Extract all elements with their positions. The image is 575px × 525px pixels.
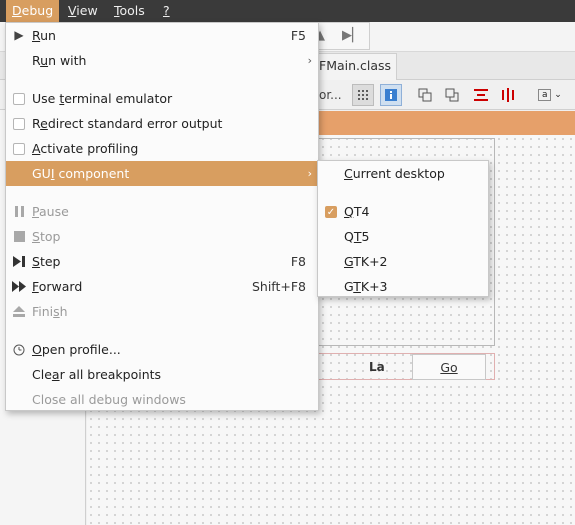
forward-icon: [12, 274, 26, 299]
info-icon[interactable]: [380, 84, 402, 106]
form-title-band: [318, 111, 575, 135]
chevron-right-icon: ›: [307, 167, 312, 180]
submenu-item-gtk3[interactable]: GTK+3: [318, 274, 488, 299]
submenu-gtk2-label: GTK+2: [344, 254, 388, 269]
bring-to-front-glyph: [445, 88, 459, 102]
submenu-item-current-desktop[interactable]: Current desktop: [318, 161, 488, 186]
menu-item-run-with-label: Run with: [32, 53, 87, 68]
step-icon[interactable]: ▶▏: [342, 28, 362, 43]
form-label-control[interactable]: La: [369, 360, 385, 374]
checkbox-icon: [12, 86, 26, 111]
clock-icon: [12, 337, 26, 362]
menu-item-close-debug-windows[interactable]: Close all debug windows: [6, 387, 318, 412]
checkbox-icon: [12, 111, 26, 136]
menu-item-run[interactable]: ▶ Run F5: [6, 23, 318, 48]
menu-tools-label: ools: [119, 3, 145, 18]
menu-item-clear-breakpoints[interactable]: Clear all breakpoints: [6, 362, 318, 387]
textbox-glyph: a: [538, 89, 552, 101]
distribute-icon[interactable]: [497, 84, 519, 106]
stop-icon: [12, 224, 26, 249]
align-center-glyph: [474, 89, 488, 101]
menu-item-step[interactable]: Step F8: [6, 249, 318, 274]
send-to-back-icon[interactable]: [414, 84, 436, 106]
menu-item-pause-label: Pause: [32, 204, 69, 219]
go-button[interactable]: Go: [412, 354, 486, 380]
chevron-down-icon: ⌄: [554, 90, 562, 100]
menu-item-terminal-emulator[interactable]: Use terminal emulator: [6, 86, 318, 111]
menu-item-stop[interactable]: Stop: [6, 224, 318, 249]
submenu-qt4-label: QT4: [344, 204, 370, 219]
menu-debug[interactable]: Debug: [6, 0, 60, 22]
grid-icon[interactable]: [352, 84, 374, 106]
menu-item-gui-label: GUI component: [32, 166, 130, 181]
menubar: Debug View Tools ?: [0, 0, 575, 22]
menu-item-finish-label: Finish: [32, 304, 68, 319]
step-shortcut: F8: [290, 254, 306, 269]
checkbox-icon: [12, 136, 26, 161]
menu-item-open-profile[interactable]: Open profile...: [6, 337, 318, 362]
menu-help[interactable]: ?: [157, 0, 176, 22]
menu-item-profiling-label: Activate profiling: [32, 141, 139, 156]
submenu-qt5-label: QT5: [344, 229, 370, 244]
menu-item-clear-label: Clear all breakpoints: [32, 367, 162, 382]
menu-tools[interactable]: Tools: [108, 0, 151, 22]
run-shortcut: F5: [290, 28, 306, 43]
menu-item-redirect-label: Redirect standard error output: [32, 116, 223, 131]
submenu-item-qt4[interactable]: ✓ QT4: [318, 199, 488, 224]
send-to-back-glyph: [418, 88, 432, 102]
menu-view-label: iew: [76, 3, 98, 18]
menu-item-gui-component[interactable]: GUI component ›: [6, 161, 318, 186]
submenu-gtk3-label: GTK+3: [344, 279, 388, 294]
textbox-dropdown[interactable]: a ⌄: [534, 84, 566, 106]
menu-item-step-label: Step: [32, 254, 61, 269]
bring-to-front-icon[interactable]: [441, 84, 463, 106]
chevron-right-icon: ›: [307, 54, 312, 67]
menu-debug-mnemonic: D: [12, 3, 22, 18]
menu-item-terminal-label: Use terminal emulator: [32, 91, 173, 106]
distribute-glyph: [502, 88, 514, 102]
menu-item-open-profile-label: Open profile...: [32, 342, 121, 357]
menu-item-stop-label: Stop: [32, 229, 61, 244]
menu-item-finish[interactable]: Finish: [6, 299, 318, 324]
submenu-item-qt5[interactable]: QT5: [318, 224, 488, 249]
menu-item-forward[interactable]: Forward Shift+F8: [6, 274, 318, 299]
menu-help-mnemonic: ?: [163, 3, 170, 18]
align-center-icon[interactable]: [470, 84, 492, 106]
menu-view[interactable]: View: [62, 0, 104, 22]
go-button-label: Go: [440, 360, 458, 375]
submenu-current-desktop-label: Current desktop: [344, 166, 445, 181]
menu-item-run-label: Run: [32, 28, 56, 43]
menu-item-pause[interactable]: Pause: [6, 199, 318, 224]
info-icon-glyph: [385, 89, 397, 101]
gui-component-submenu: Current desktop ✓ QT4 QT5 GTK+2 GTK+3: [317, 160, 489, 297]
grid-icon-glyph: [358, 90, 368, 100]
debug-menu: ▶ Run F5 Run with › Use terminal emulato…: [5, 22, 319, 411]
menu-debug-label: ebug: [21, 3, 54, 18]
forward-shortcut: Shift+F8: [251, 279, 306, 294]
check-icon: ✓: [325, 205, 337, 218]
menu-item-run-with[interactable]: Run with ›: [6, 48, 318, 73]
play-icon: ▶: [14, 28, 24, 42]
pause-icon: [12, 199, 26, 224]
menu-item-activate-profiling[interactable]: Activate profiling: [6, 136, 318, 161]
submenu-item-gtk2[interactable]: GTK+2: [318, 249, 488, 274]
menu-item-close-debug-label: Close all debug windows: [32, 392, 186, 407]
eject-icon: [12, 299, 26, 324]
menu-item-redirect-stderr[interactable]: Redirect standard error output: [6, 111, 318, 136]
toolbar-combo-text[interactable]: or...: [319, 88, 342, 102]
menu-item-forward-label: Forward: [32, 279, 83, 294]
tab-fmain-label: FMain.class: [319, 58, 392, 73]
step-icon: [12, 249, 26, 274]
